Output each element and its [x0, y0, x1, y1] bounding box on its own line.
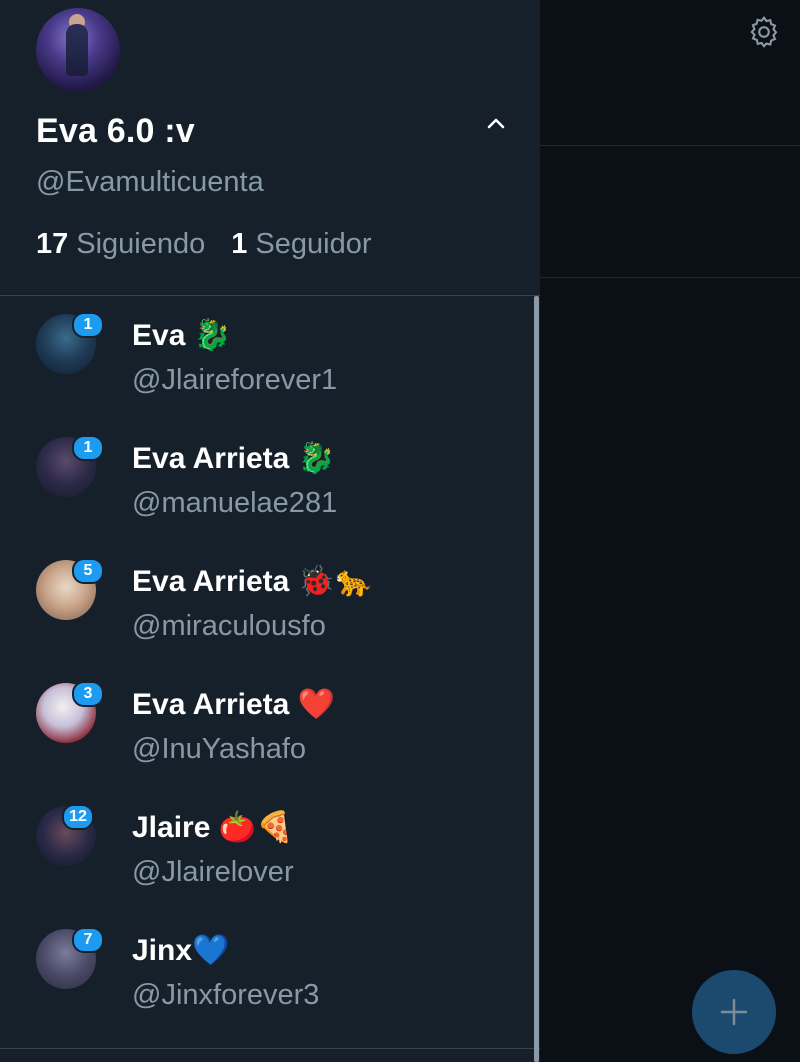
timeline-divider — [540, 277, 800, 278]
profile-avatar[interactable] — [36, 8, 120, 92]
timeline-background — [540, 0, 800, 1062]
followers-count: 1 — [231, 228, 248, 260]
following-count: 17 — [36, 228, 69, 260]
account-item[interactable]: 1 Eva Arrieta 🐉 @manuelae281 — [0, 419, 530, 542]
account-handle: @miraculousfo — [132, 610, 326, 642]
divider — [0, 1048, 540, 1049]
notification-badge: 5 — [72, 558, 104, 584]
account-drawer: Eva 6.0 :v @Evamulticuenta 17 Siguiendo 1… — [0, 0, 540, 1062]
account-item[interactable]: 5 Eva Arrieta 🐞🐆 @miraculousfo — [0, 542, 530, 665]
account-item[interactable]: 12 Jlaire 🍅🍕 @Jlairelover — [0, 788, 530, 911]
account-name: Eva Arrieta ❤️ — [132, 688, 335, 721]
following-label: Siguiendo — [76, 228, 206, 260]
notification-badge: 3 — [72, 681, 104, 707]
account-handle: @Jlairelover — [132, 856, 294, 888]
followers-link[interactable]: 1 Seguidor — [231, 228, 371, 261]
notification-badge: 12 — [62, 804, 94, 830]
followers-label: Seguidor — [255, 228, 372, 260]
account-handle: @Jinxforever3 — [132, 979, 320, 1011]
account-handle: @Jlaireforever1 — [132, 364, 338, 396]
notification-badge: 1 — [72, 435, 104, 461]
account-item[interactable]: 1 Eva 🐉 @Jlaireforever1 — [0, 296, 530, 419]
gear-icon[interactable] — [746, 14, 782, 50]
account-item[interactable]: 7 Jinx💙 @Jinxforever3 — [0, 911, 530, 1034]
profile-handle: @Evamulticuenta — [36, 166, 264, 198]
notification-badge: 1 — [72, 312, 104, 338]
timeline-divider — [540, 145, 800, 146]
account-name: Eva Arrieta 🐞🐆 — [132, 565, 373, 598]
account-name: Jlaire 🍅🍕 — [132, 811, 294, 844]
notification-badge: 7 — [72, 927, 104, 953]
account-name: Jinx💙 — [132, 934, 230, 967]
profile-display-name[interactable]: Eva 6.0 :v — [36, 112, 195, 151]
scrollbar[interactable] — [534, 296, 539, 1062]
following-link[interactable]: 17 Siguiendo — [36, 228, 205, 261]
chevron-up-icon[interactable] — [484, 112, 508, 136]
account-name: Eva Arrieta 🐉 — [132, 442, 335, 475]
account-handle: @manuelae281 — [132, 487, 338, 519]
account-item[interactable]: 3 Eva Arrieta ❤️ @InuYashafo — [0, 665, 530, 788]
follow-stats: 17 Siguiendo 1 Seguidor — [36, 228, 372, 261]
plus-icon — [720, 998, 748, 1026]
account-name: Eva 🐉 — [132, 319, 232, 352]
compose-button[interactable] — [692, 970, 776, 1054]
account-handle: @InuYashafo — [132, 733, 307, 765]
